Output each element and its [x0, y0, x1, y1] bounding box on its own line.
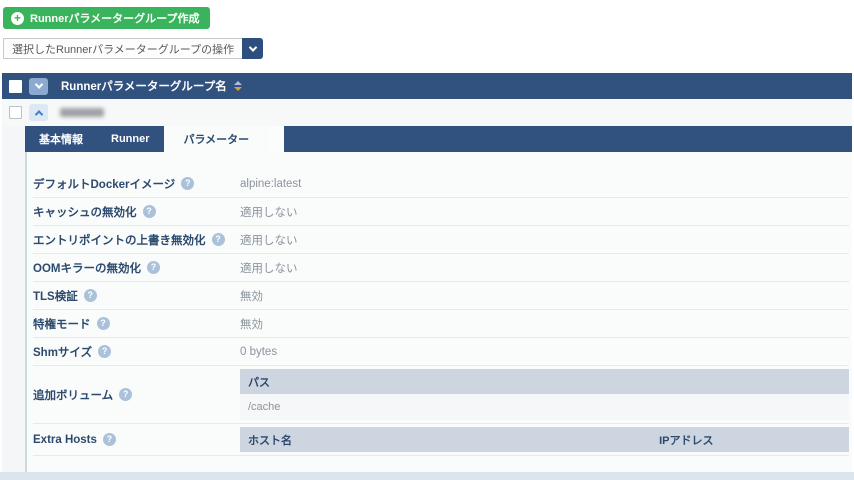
param-row-shm-size: Shmサイズ 0 bytes	[33, 338, 849, 366]
ip-address-column-header: IPアドレス	[651, 427, 849, 452]
help-icon[interactable]	[147, 261, 160, 274]
param-value: 適用しない	[240, 260, 298, 276]
sort-icon[interactable]	[234, 81, 242, 91]
param-row-privileged-mode: 特権モード 無効	[33, 310, 849, 338]
param-value: 無効	[240, 316, 263, 332]
chevron-down-icon	[248, 43, 256, 51]
tab-runner[interactable]: Runner	[97, 126, 164, 152]
param-value: 0 bytes	[240, 346, 277, 358]
help-icon[interactable]	[143, 205, 156, 218]
param-label: 追加ボリューム	[33, 387, 113, 403]
tab-parameters[interactable]: パラメーター	[164, 126, 270, 152]
header-expand-all-button[interactable]	[29, 78, 48, 95]
help-icon[interactable]	[119, 388, 132, 401]
param-value: 適用しない	[240, 204, 298, 220]
volumes-table: パス /cache	[240, 369, 849, 420]
param-label: キャッシュの無効化	[33, 204, 137, 220]
param-row-oom-killer: OOMキラーの無効化 適用しない	[33, 254, 849, 282]
chevron-down-icon	[34, 80, 42, 88]
bottom-accent-bar	[0, 472, 854, 480]
group-name-column-header[interactable]: Runnerパラメーターグループ名	[61, 78, 227, 94]
param-label: TLS検証	[33, 288, 78, 304]
group-list-header: Runnerパラメーターグループ名	[2, 73, 852, 99]
sort-asc-arrow-icon	[234, 81, 242, 85]
param-label: OOMキラーの無効化	[33, 260, 141, 276]
create-runner-param-group-button[interactable]: Runnerパラメーターグループ作成	[3, 7, 210, 29]
detail-tab-bar: 基本情報 Runner パラメーター	[25, 126, 852, 152]
hostname-column-header: ホスト名	[240, 427, 651, 452]
help-icon[interactable]	[181, 177, 194, 190]
param-row-cache-disable: キャッシュの無効化 適用しない	[33, 198, 849, 226]
help-icon[interactable]	[212, 233, 225, 246]
plus-circle-icon	[11, 12, 24, 25]
tab-bar-gap	[269, 126, 284, 152]
param-row-tls-verify: TLS検証 無効	[33, 282, 849, 310]
param-value: alpine:latest	[240, 178, 301, 190]
group-row[interactable]	[2, 99, 852, 126]
param-row-additional-volumes: 追加ボリューム パス /cache	[33, 366, 849, 424]
help-icon[interactable]	[103, 433, 116, 446]
volumes-path-column-header: パス	[240, 369, 849, 394]
param-row-entrypoint-override: エントリポイントの上書き無効化 適用しない	[33, 226, 849, 254]
param-label: デフォルトDockerイメージ	[33, 176, 175, 192]
parameters-panel: デフォルトDockerイメージ alpine:latest キャッシュの無効化 …	[25, 152, 852, 472]
volume-path-cell: /cache	[240, 394, 849, 420]
extra-hosts-table: ホスト名 IPアドレス	[240, 427, 849, 452]
group-name-redacted	[60, 108, 104, 117]
param-row-extra-hosts: Extra Hosts ホスト名 IPアドレス	[33, 424, 849, 456]
param-label: 特権モード	[33, 316, 91, 332]
tab-bar-filler	[284, 126, 852, 152]
param-label: Extra Hosts	[33, 434, 97, 446]
help-icon[interactable]	[97, 317, 110, 330]
help-icon[interactable]	[84, 289, 97, 302]
select-all-checkbox[interactable]	[9, 80, 22, 93]
row-collapse-button[interactable]	[29, 104, 48, 121]
row-checkbox[interactable]	[9, 106, 22, 119]
param-label: Shmサイズ	[33, 344, 92, 360]
help-icon[interactable]	[98, 345, 111, 358]
tab-basic-info[interactable]: 基本情報	[25, 126, 97, 152]
create-button-label: Runnerパラメーターグループ作成	[30, 10, 200, 26]
sort-desc-arrow-icon	[234, 87, 242, 91]
param-value: 適用しない	[240, 232, 298, 248]
param-value: 無効	[240, 288, 263, 304]
group-detail-container: 基本情報 Runner パラメーター デフォルトDockerイメージ alpin…	[2, 126, 852, 472]
bulk-actions-caret-button[interactable]	[242, 38, 263, 59]
bulk-actions-dropdown[interactable]: 選択したRunnerパラメーターグループの操作	[3, 38, 263, 59]
param-row-docker-image: デフォルトDockerイメージ alpine:latest	[33, 170, 849, 198]
param-label: エントリポイントの上書き無効化	[33, 232, 206, 248]
chevron-up-icon	[34, 110, 42, 118]
bulk-actions-label: 選択したRunnerパラメーターグループの操作	[3, 38, 242, 59]
